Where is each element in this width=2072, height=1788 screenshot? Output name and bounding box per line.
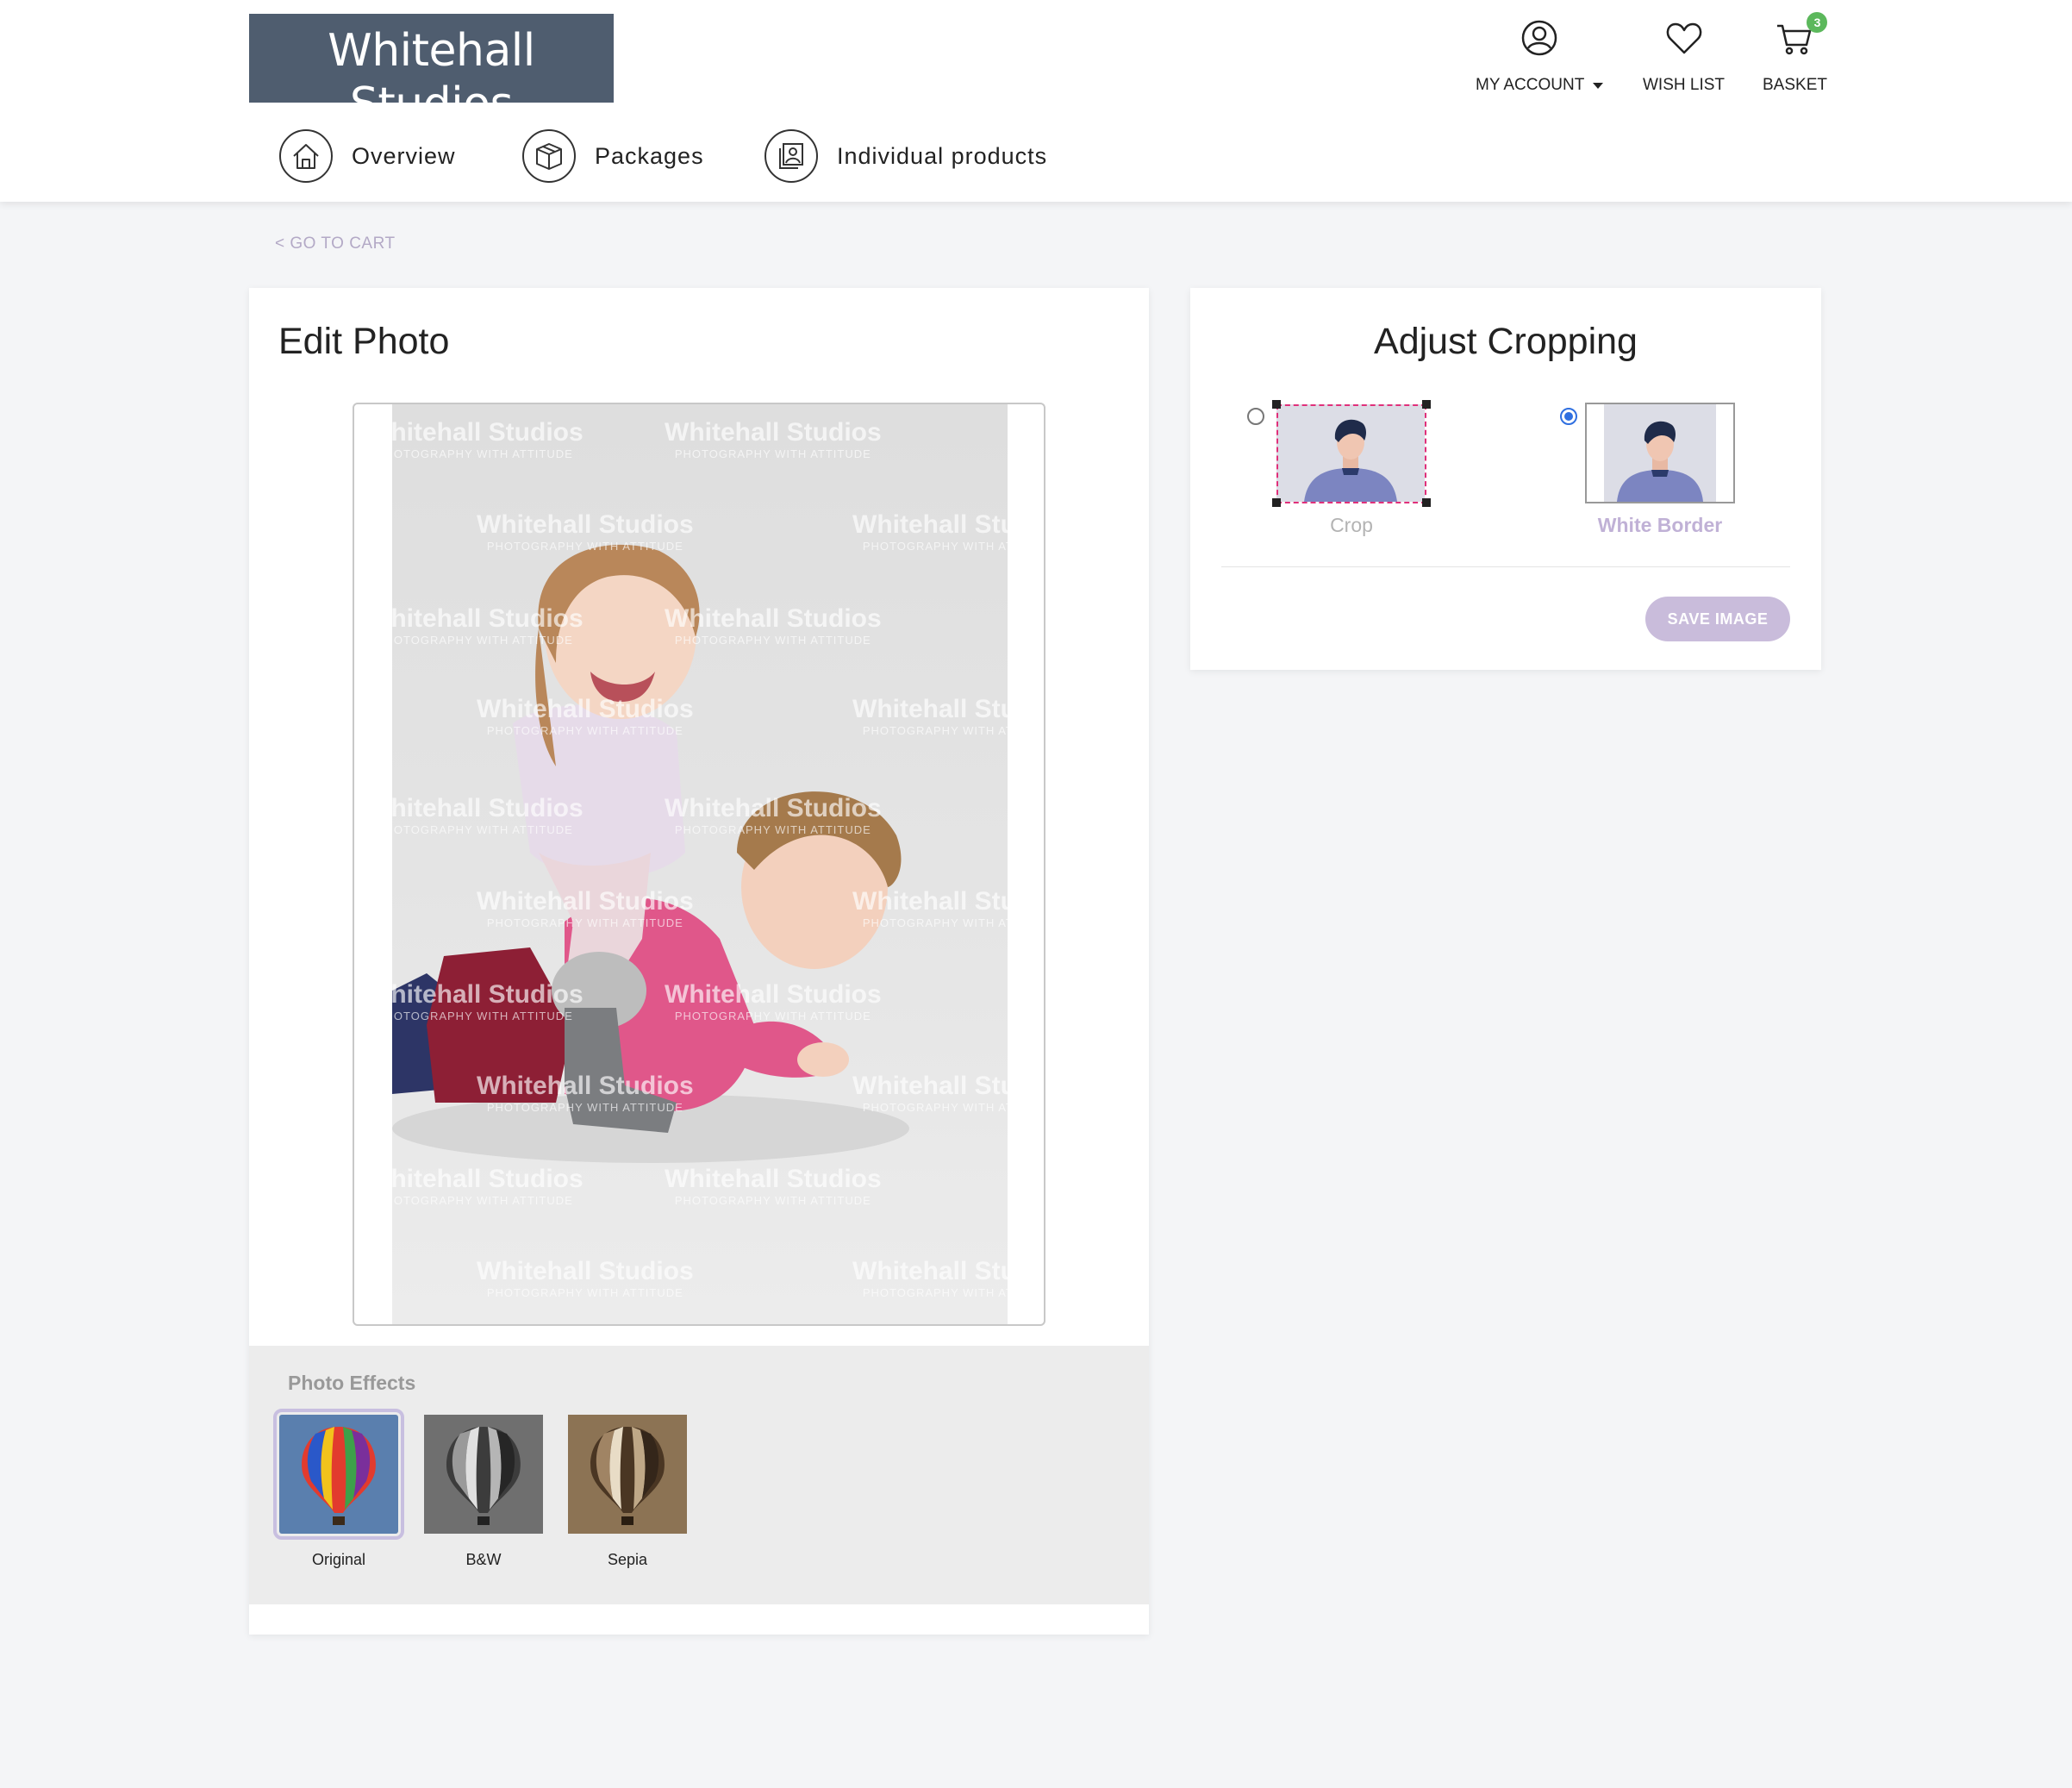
watermark: Whitehall StudiosPHOTOGRAPHY WITH ATTITU… <box>665 980 882 1022</box>
edit-photo-card: Edit Photo hitehall Studios PHOTOGRAPHY … <box>249 288 1149 1635</box>
nav-individual-products[interactable]: Individual products <box>765 129 1047 183</box>
white-border-option-label: White Border <box>1597 514 1723 536</box>
nav-overview-label: Overview <box>352 142 456 169</box>
save-image-button[interactable]: SAVE IMAGE <box>1645 597 1790 641</box>
watermark: Whitehall StudiosPHOTOGRAPHY WITH ATTITU… <box>852 1072 1008 1114</box>
photo-preview[interactable]: Whitehall StudiosPHOTOGRAPHY WITH ATTITU… <box>392 404 1008 1324</box>
effect-sepia-label: Sepia <box>607 1551 648 1568</box>
watermark: Whitehall StudiosPHOTOGRAPHY WITH ATTITU… <box>852 1257 1008 1299</box>
watermark: Whitehall StudiosPHOTOGRAPHY WITH ATTITU… <box>665 794 882 836</box>
watermark: Whitehall StudiosPHOTOGRAPHY WITH ATTITU… <box>852 887 1008 929</box>
watermark: Whitehall StudiosPHOTOGRAPHY WITH ATTITU… <box>665 418 882 460</box>
my-account-menu[interactable]: MY ACCOUNT <box>1476 17 1604 95</box>
watermark: Whitehall StudiosPHOTOGRAPHY WITH ATTITU… <box>477 510 694 553</box>
nav-overview[interactable]: Overview <box>279 129 456 183</box>
person-avatar-icon <box>1604 404 1716 502</box>
watermark: Whitehall StudiosPHOTOGRAPHY WITH ATTITU… <box>852 510 1008 553</box>
brand-name: Whitehall Studios <box>328 25 535 130</box>
effect-original-label: Original <box>311 1551 366 1568</box>
user-circle-icon <box>1519 17 1560 59</box>
edit-photo-title: Edit Photo <box>278 321 450 362</box>
site-header: Whitehall Studios PHOTOGRAPHY WITH ATTIT… <box>0 0 2072 202</box>
my-account-label: MY ACCOUNT <box>1476 76 1585 94</box>
watermark: Whitehall StudiosPHOTOGRAPHY WITH ATTITU… <box>477 1257 694 1299</box>
watermark: Whitehall StudiosPHOTOGRAPHY WITH ATTITU… <box>477 695 694 737</box>
basket-label: BASKET <box>1763 76 1827 94</box>
nav-individual-products-label: Individual products <box>837 142 1048 169</box>
basket-link[interactable]: 3 BASKET <box>1763 12 1828 95</box>
adjust-cropping-card: Adjust Cropping Crop White Border SAVE I… <box>1190 288 1821 670</box>
home-icon <box>279 129 333 183</box>
photo-preview-frame: Whitehall StudiosPHOTOGRAPHY WITH ATTITU… <box>353 403 1045 1326</box>
crop-radio[interactable] <box>1247 408 1264 425</box>
crop-handle-bottom-left[interactable] <box>1272 498 1281 507</box>
balloon-sepia-thumbnail <box>568 1415 687 1534</box>
crop-handle-top-right[interactable] <box>1422 400 1431 409</box>
photo-effects-title: Photo Effects <box>288 1372 416 1394</box>
effect-sepia[interactable]: Sepia <box>562 1415 693 1569</box>
watermark: Whitehall StudiosPHOTOGRAPHY WITH ATTITU… <box>665 1165 882 1207</box>
balloon-bw-thumbnail <box>424 1415 543 1534</box>
crop-selection-box[interactable] <box>1276 404 1426 503</box>
photo-effects-panel: Photo Effects Original B&W Sepia <box>249 1346 1149 1604</box>
effect-bw[interactable]: B&W <box>418 1415 549 1569</box>
box-icon <box>522 129 576 183</box>
crop-handle-top-left[interactable] <box>1272 400 1281 409</box>
go-to-cart-link[interactable]: < GO TO CART <box>275 234 396 253</box>
wish-list-label: WISH LIST <box>1643 76 1726 94</box>
white-border-radio[interactable] <box>1560 408 1577 425</box>
watermark: Whitehall StudiosPHOTOGRAPHY WITH ATTITU… <box>392 794 584 836</box>
watermark: Whitehall StudiosPHOTOGRAPHY WITH ATTITU… <box>392 980 584 1022</box>
brand-logo[interactable]: Whitehall Studios PHOTOGRAPHY WITH ATTIT… <box>249 14 614 150</box>
effect-bw-label: B&W <box>465 1551 502 1568</box>
watermark: Whitehall StudiosPHOTOGRAPHY WITH ATTITU… <box>477 887 694 929</box>
heart-icon <box>1663 17 1705 59</box>
crop-option-label: Crop <box>1330 514 1373 536</box>
adjust-cropping-title: Adjust Cropping <box>1374 321 1638 362</box>
photos-icon <box>765 129 818 183</box>
caret-down-icon <box>1593 82 1604 89</box>
watermark: Whitehall StudiosPHOTOGRAPHY WITH ATTITU… <box>392 1165 584 1207</box>
watermark: Whitehall StudiosPHOTOGRAPHY WITH ATTITU… <box>852 695 1008 737</box>
divider <box>1221 566 1790 567</box>
wish-list-link[interactable]: WISH LIST <box>1643 17 1725 95</box>
watermark: Whitehall StudiosPHOTOGRAPHY WITH ATTITU… <box>477 1072 694 1114</box>
basket-count-badge: 3 <box>1807 12 1828 33</box>
watermark: Whitehall StudiosPHOTOGRAPHY WITH ATTITU… <box>665 604 882 647</box>
effect-original[interactable]: Original <box>273 1409 404 1569</box>
watermark: Whitehall StudiosPHOTOGRAPHY WITH ATTITU… <box>392 418 584 460</box>
crop-handle-bottom-right[interactable] <box>1422 498 1431 507</box>
nav-packages[interactable]: Packages <box>522 129 704 183</box>
nav-packages-label: Packages <box>595 142 704 169</box>
balloon-color-thumbnail <box>273 1409 404 1540</box>
watermark: Whitehall StudiosPHOTOGRAPHY WITH ATTITU… <box>392 604 584 647</box>
white-border-preview[interactable] <box>1585 403 1735 503</box>
cart-icon: 3 <box>1774 12 1828 59</box>
